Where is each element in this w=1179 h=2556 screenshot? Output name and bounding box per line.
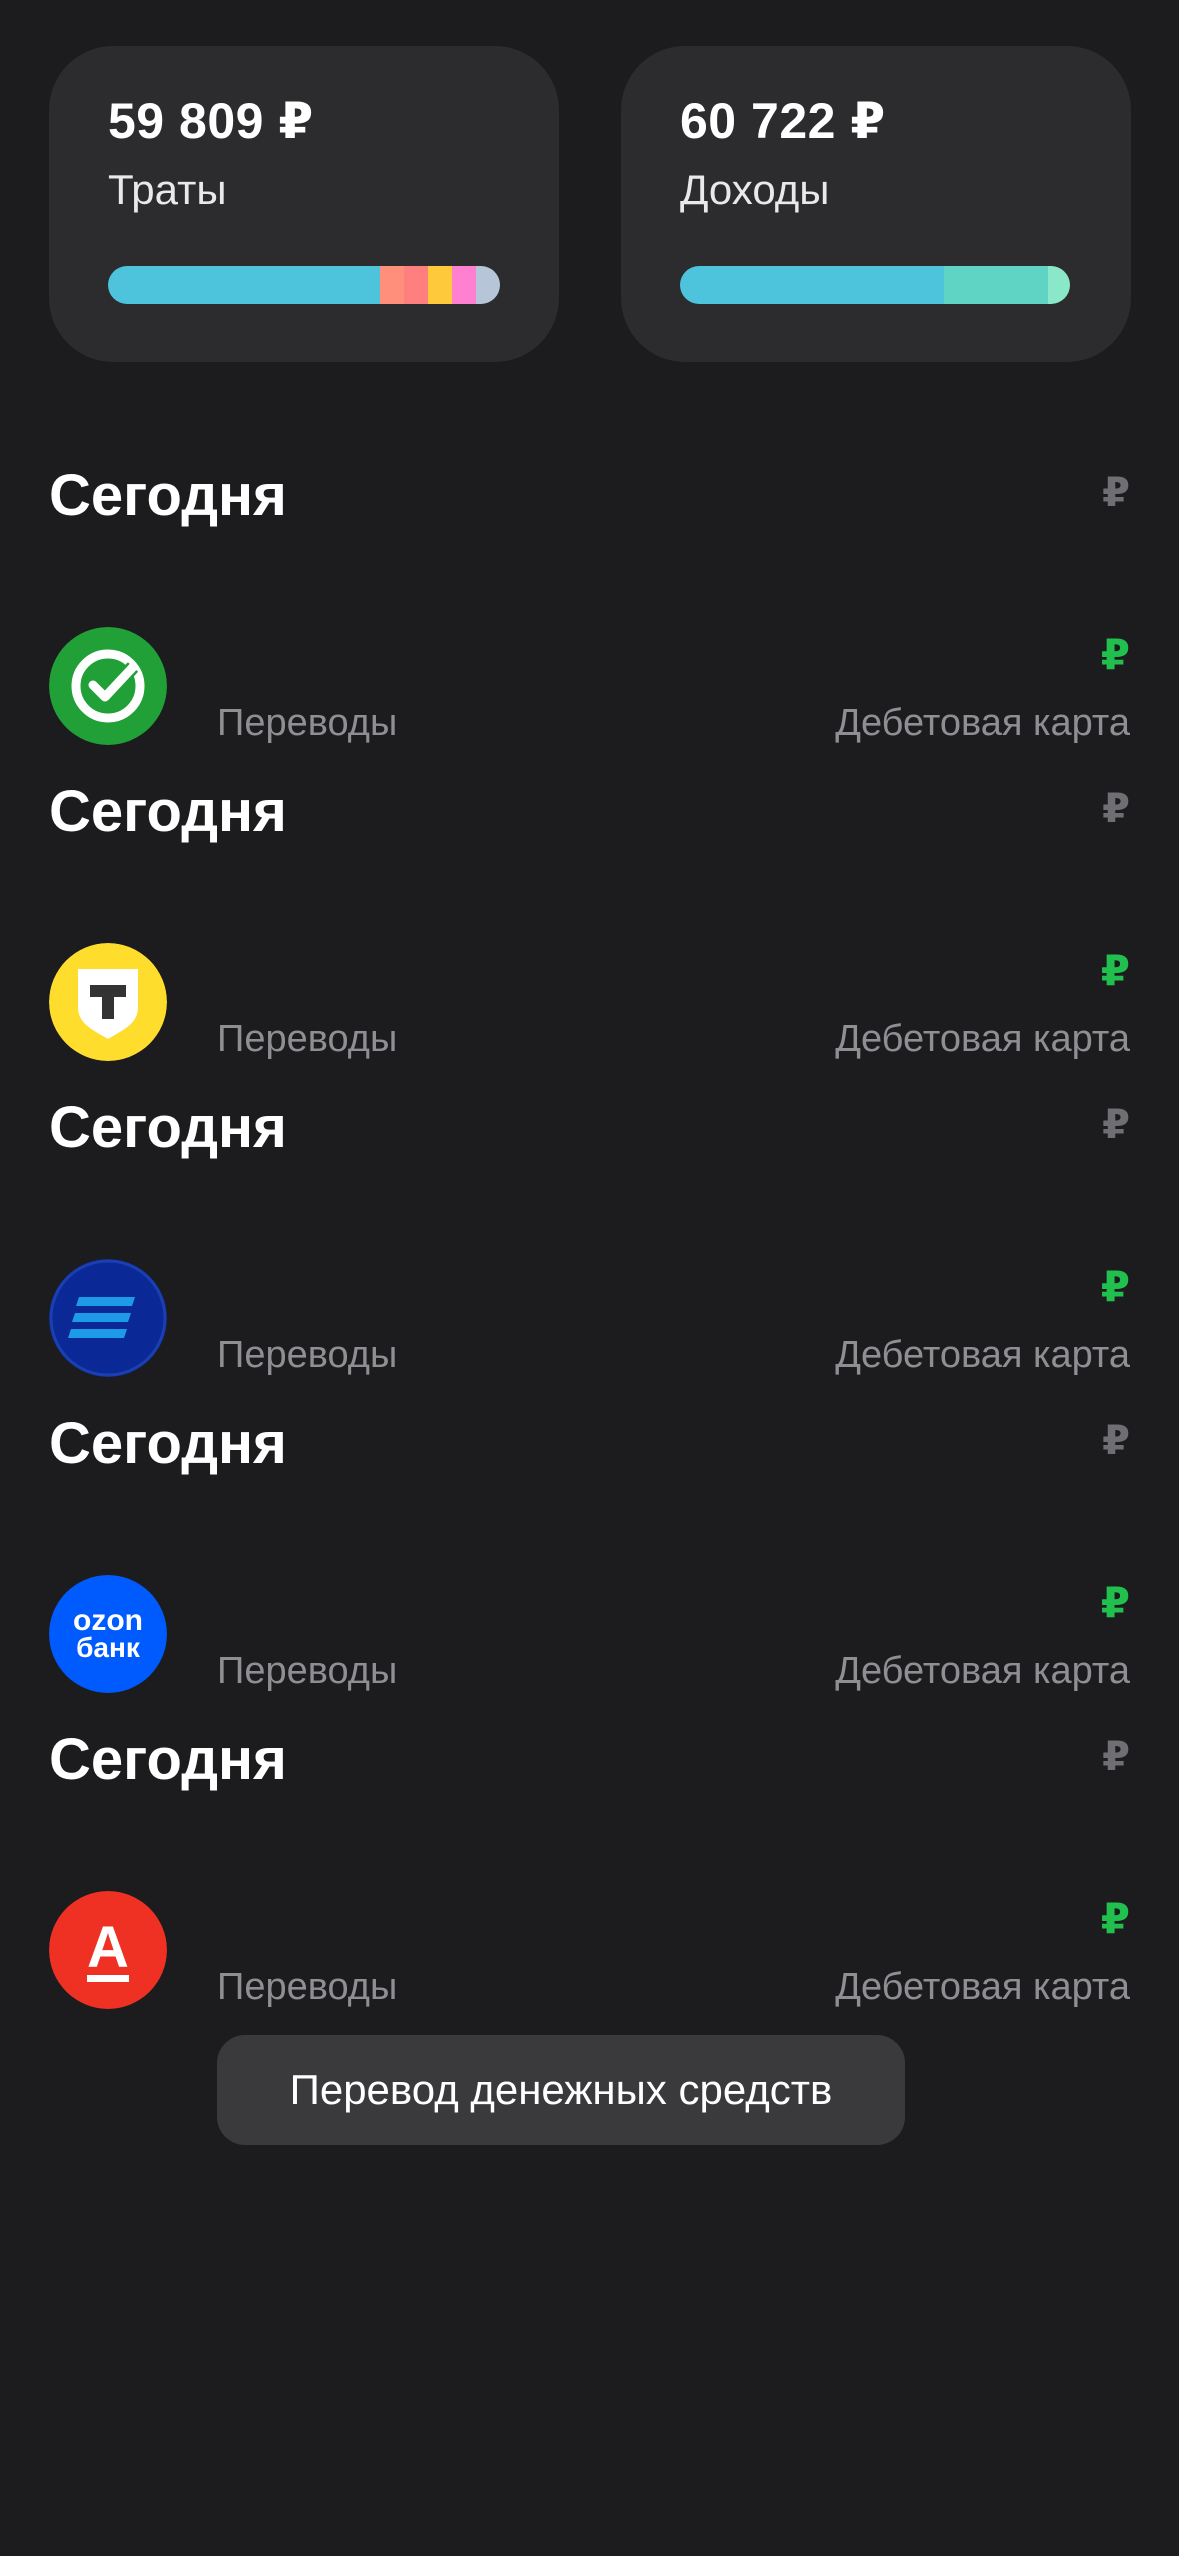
income-breakdown-bar [680, 266, 1070, 304]
transaction-account: Дебетовая карта [835, 1018, 1130, 1060]
transaction-currency: ₽ [1100, 1895, 1130, 1942]
income-amount: 60 722 ₽ [680, 93, 886, 149]
section-currency: ₽ [1102, 1735, 1130, 1779]
transaction-account: Дебетовая карта [835, 1334, 1130, 1376]
section-date: Сегодня [49, 779, 287, 844]
transaction-category: Переводы [217, 1966, 398, 2008]
transaction-account: Дебетовая карта [835, 1966, 1130, 2008]
section-currency: ₽ [1102, 1419, 1130, 1463]
transaction-category: Переводы [217, 1650, 398, 1692]
section-currency: ₽ [1102, 787, 1130, 831]
ozon-bank-icon: ozon банк [49, 1575, 167, 1693]
sber-icon [49, 627, 167, 745]
transaction-category: Переводы [217, 702, 398, 744]
section-date: Сегодня [49, 1727, 287, 1792]
transaction-currency: ₽ [1100, 1579, 1130, 1626]
alfa-bank-icon: А [49, 1891, 167, 2009]
income-card[interactable]: 60 722 ₽ Доходы [621, 46, 1131, 362]
transaction-currency: ₽ [1100, 631, 1130, 678]
ozon-bank-icon-text-bottom: банк [76, 1632, 141, 1663]
section-date: Сегодня [49, 463, 287, 528]
tbank-icon [49, 943, 167, 1061]
section-date: Сегодня [49, 1411, 287, 1476]
transaction-account: Дебетовая карта [835, 1650, 1130, 1692]
expenses-breakdown-bar [108, 266, 500, 304]
expenses-card[interactable]: 59 809 ₽ Траты [49, 46, 559, 362]
transaction-currency: ₽ [1100, 1263, 1130, 1310]
section-currency: ₽ [1102, 1103, 1130, 1147]
income-label: Доходы [680, 166, 830, 213]
expenses-label: Траты [108, 166, 227, 213]
section-date: Сегодня [49, 1095, 287, 1160]
transaction-currency: ₽ [1100, 947, 1130, 994]
transaction-category: Переводы [217, 1018, 398, 1060]
category-tooltip: Перевод денежных средств [217, 2035, 905, 2145]
alfa-bank-icon-letter: А [87, 1915, 129, 1980]
section-currency: ₽ [1102, 471, 1130, 515]
vtb-icon [49, 1259, 167, 1377]
expenses-amount: 59 809 ₽ [108, 93, 314, 149]
transaction-category: Переводы [217, 1334, 398, 1376]
transaction-account: Дебетовая карта [835, 702, 1130, 744]
